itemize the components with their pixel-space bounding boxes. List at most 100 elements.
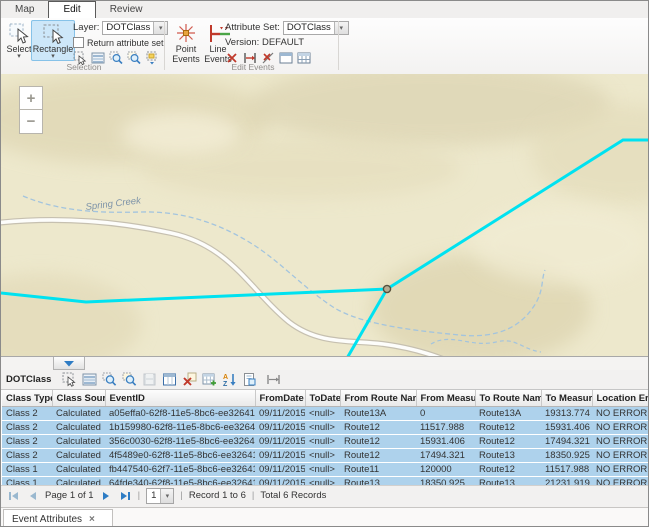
- return-attribute-set-row[interactable]: Return attribute set: [73, 35, 165, 50]
- add-record-icon[interactable]: [202, 372, 217, 387]
- attribute-set-label: Attribute Set:: [225, 22, 280, 33]
- map-canvas[interactable]: Spring Creek + −: [1, 74, 649, 357]
- table-cell: Route12: [475, 435, 541, 449]
- measure-icon[interactable]: [266, 372, 281, 387]
- zoom-in-button[interactable]: +: [19, 86, 43, 110]
- table-cell: 4f5489e0-62f8-11e5-8bc6-ee32641d5ec9: [105, 449, 255, 463]
- table-cell: 17494.321: [416, 449, 475, 463]
- table-row[interactable]: Class 2Calculated1b159980-62f8-11e5-8bc6…: [2, 421, 649, 435]
- select-button[interactable]: Select ▾: [4, 20, 34, 61]
- map-zoom-control: + −: [19, 86, 43, 134]
- delete-selected-icon[interactable]: [182, 372, 197, 387]
- route-junction-marker[interactable]: [383, 285, 390, 292]
- table-cell: Class 2: [2, 449, 52, 463]
- table-cell: <null>: [305, 477, 340, 486]
- select-tool-icon[interactable]: [62, 372, 77, 387]
- point-events-button[interactable]: Point Events: [169, 20, 203, 66]
- column-header[interactable]: To Route Name: [475, 390, 541, 407]
- table-row[interactable]: Class 1Calculatedfb447540-62f7-11e5-8bc6…: [2, 463, 649, 477]
- previous-page-button[interactable]: [26, 489, 39, 502]
- table-cell: <null>: [305, 435, 340, 449]
- tab-map[interactable]: Map: [1, 2, 48, 18]
- sort-icon[interactable]: AZ: [222, 372, 237, 387]
- table-cell: 15931.406: [541, 421, 592, 435]
- chevron-down-icon[interactable]: ▾: [334, 22, 348, 34]
- point-events-label: Point Events: [171, 44, 201, 64]
- table-cell: NO ERROR: [592, 407, 649, 421]
- basemap: Spring Creek: [1, 74, 649, 357]
- application-window: Map Edit Review Select ▾ Rectangle ▾: [0, 0, 649, 527]
- table-row[interactable]: Class 1Calculated64fde340-62f8-11e5-8bc6…: [2, 477, 649, 486]
- first-page-button[interactable]: [7, 489, 20, 502]
- attribute-table: Class TypeClass SourceEventIDFromDateToD…: [2, 390, 649, 485]
- table-cell: 11517.988: [416, 421, 475, 435]
- table-row[interactable]: Class 2Calculated4f5489e0-62f8-11e5-8bc6…: [2, 449, 649, 463]
- table-cell: 120000: [416, 463, 475, 477]
- close-icon[interactable]: ×: [89, 514, 95, 525]
- total-records-text: Total 6 Records: [260, 490, 326, 501]
- table-cell: Route13: [340, 477, 416, 486]
- table-cell: 09/11/2015: [255, 435, 305, 449]
- table-cell: Calculated: [52, 407, 105, 421]
- return-attribute-set-checkbox[interactable]: [73, 37, 84, 48]
- grid-header-row: Class TypeClass SourceEventIDFromDateToD…: [2, 390, 649, 407]
- separator: |: [252, 490, 254, 501]
- table-cell: 19313.774: [541, 407, 592, 421]
- pan-to-selected-icon[interactable]: [122, 372, 137, 387]
- layer-label: Layer:: [73, 22, 99, 33]
- table-title: DOTClass: [6, 374, 51, 385]
- column-header[interactable]: FromDate: [255, 390, 305, 407]
- selection-group-label: Selection: [3, 62, 165, 72]
- table-cell: Class 2: [2, 421, 52, 435]
- chevron-down-icon: ▾: [51, 54, 55, 59]
- zoom-out-button[interactable]: −: [19, 110, 43, 134]
- event-attributes-panel: DOTClass AZ Class TypeClass SourceEventI…: [1, 357, 649, 507]
- zoom-to-selected-icon[interactable]: [102, 372, 117, 387]
- table-cell: NO ERROR: [592, 449, 649, 463]
- layer-dropdown-value: DOTClass: [103, 22, 153, 33]
- rectangle-button[interactable]: Rectangle ▾: [31, 20, 75, 61]
- table-row[interactable]: Class 2Calculated356c0030-62f8-11e5-8bc6…: [2, 435, 649, 449]
- column-header[interactable]: Class Type: [2, 390, 52, 407]
- grid-body: Class 2Calculateda05effa0-62f8-11e5-8bc6…: [2, 407, 649, 486]
- svg-text:A: A: [223, 374, 228, 381]
- triangle-down-icon: [64, 360, 74, 367]
- save-icon[interactable]: [142, 372, 157, 387]
- record-range-text: Record 1 to 6: [189, 490, 246, 501]
- layer-dropdown[interactable]: DOTClass ▾: [102, 21, 168, 35]
- rectangle-select-icon: [42, 22, 64, 44]
- table-cell: a05effa0-62f8-11e5-8bc6-ee32641d5ec9: [105, 407, 255, 421]
- table-cell: Route13: [475, 477, 541, 486]
- table-cell: Calculated: [52, 435, 105, 449]
- table-cell: <null>: [305, 407, 340, 421]
- column-header[interactable]: ToDate: [305, 390, 340, 407]
- column-header[interactable]: EventID: [105, 390, 255, 407]
- table-cell: 09/11/2015: [255, 449, 305, 463]
- column-header[interactable]: Class Source: [52, 390, 105, 407]
- column-header[interactable]: From Measure: [416, 390, 475, 407]
- column-header[interactable]: From Route Name: [340, 390, 416, 407]
- column-header[interactable]: To Measure: [541, 390, 592, 407]
- table-cell: 1b159980-62f8-11e5-8bc6-ee32641d5ec9: [105, 421, 255, 435]
- tab-review[interactable]: Review: [96, 2, 157, 18]
- column-header[interactable]: Location Error: [592, 390, 649, 407]
- tab-edit[interactable]: Edit: [48, 1, 95, 18]
- page-select[interactable]: 1 ▾: [146, 488, 174, 504]
- table-cell: NO ERROR: [592, 463, 649, 477]
- ribbon-tabstrip: Map Edit Review: [1, 1, 648, 18]
- panel-collapse-tab[interactable]: [53, 357, 85, 370]
- last-page-button[interactable]: [119, 489, 132, 502]
- table-cell: 17494.321: [541, 435, 592, 449]
- next-page-button[interactable]: [100, 489, 113, 502]
- table-cell: NO ERROR: [592, 477, 649, 486]
- page-indicator: Page 1 of 1: [45, 490, 94, 501]
- chevron-down-icon[interactable]: ▾: [153, 22, 167, 34]
- event-attributes-tab[interactable]: Event Attributes ×: [3, 509, 113, 527]
- selection-group: Select ▾ Rectangle ▾ Layer: DOTClass ▾: [3, 18, 165, 73]
- open-form-icon[interactable]: [242, 372, 257, 387]
- chevron-down-icon[interactable]: ▾: [160, 489, 173, 503]
- switch-view-icon[interactable]: [162, 372, 177, 387]
- show-selected-records-icon[interactable]: [82, 372, 97, 387]
- table-cell: Class 2: [2, 407, 52, 421]
- table-row[interactable]: Class 2Calculateda05effa0-62f8-11e5-8bc6…: [2, 407, 649, 421]
